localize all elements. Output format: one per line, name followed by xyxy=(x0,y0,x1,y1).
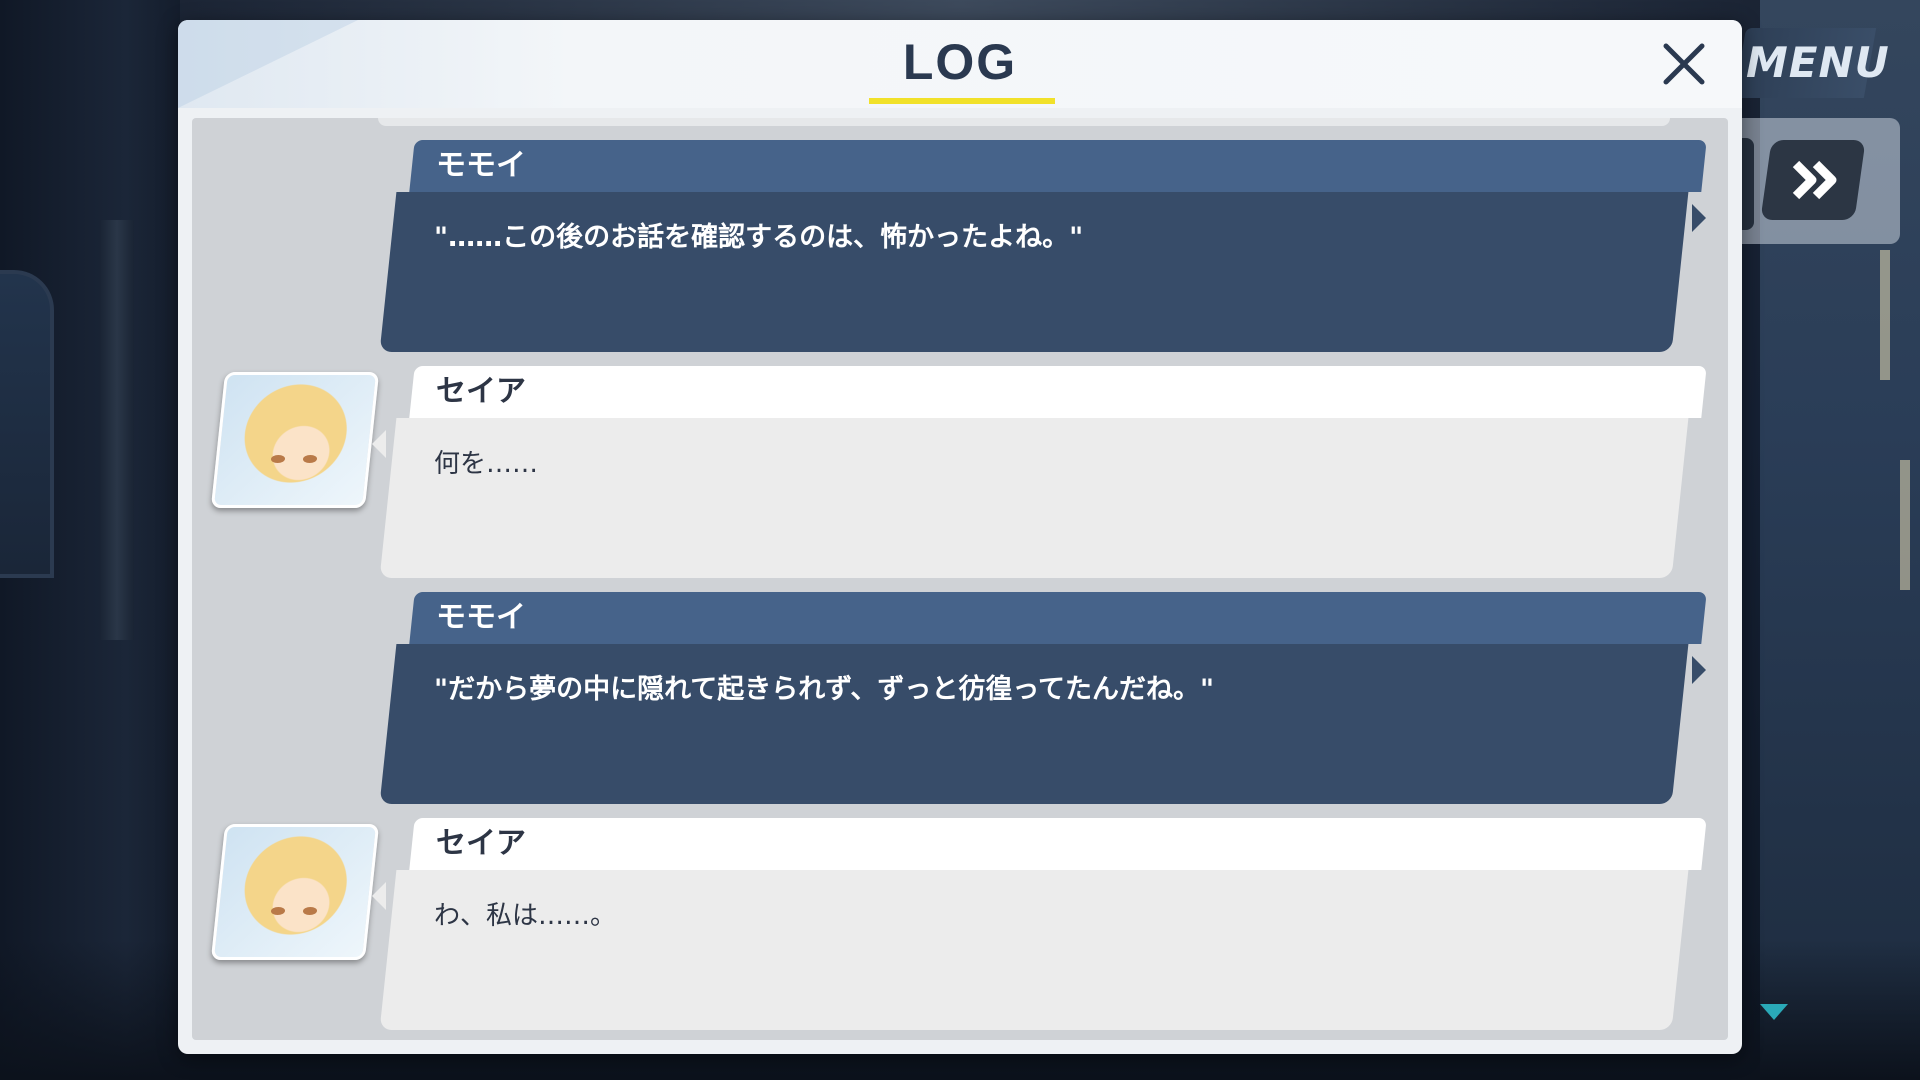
dialogue-box xyxy=(379,644,1689,804)
dialogue-box xyxy=(379,870,1689,1030)
log-title: LOG xyxy=(902,34,1018,90)
speaker-name-bar xyxy=(409,366,1707,418)
previous-entry-edge xyxy=(378,118,1670,126)
bubble-tail xyxy=(372,430,386,458)
bubble-tail xyxy=(372,882,386,910)
title-underline xyxy=(869,98,1055,104)
fast-forward-icon[interactable] xyxy=(1766,140,1860,220)
portrait-eye xyxy=(270,907,286,915)
log-panel: LOG モモイ "……この後のお話を確認するのは、怖かったよね。" セイア 何を… xyxy=(178,20,1742,1054)
character-portrait-avatar xyxy=(210,824,380,960)
portrait-eye xyxy=(270,455,286,463)
scroll-down-icon[interactable] xyxy=(1760,1004,1788,1020)
character-portrait-avatar xyxy=(210,372,380,508)
dialogue-box xyxy=(379,192,1689,352)
background-lit-window xyxy=(1880,250,1890,380)
dialogue-text: わ、私は……。 xyxy=(434,901,617,931)
speaker-name-bar xyxy=(409,818,1707,870)
bubble-tail xyxy=(1692,656,1706,684)
menu-label[interactable]: MENU xyxy=(1746,36,1889,90)
log-list[interactable]: モモイ "……この後のお話を確認するのは、怖かったよね。" セイア 何を…… モ… xyxy=(192,118,1728,1040)
speaker-name: モモイ xyxy=(436,600,526,635)
portrait-eye xyxy=(302,455,318,463)
dialogue-text: 何を…… xyxy=(434,449,539,479)
speaker-name-bar xyxy=(409,140,1707,192)
bubble-tail xyxy=(1692,204,1706,232)
log-entry: モモイ "……この後のお話を確認するのは、怖かったよね。" xyxy=(192,140,1728,354)
portrait-eye xyxy=(302,907,318,915)
dialogue-box xyxy=(379,418,1689,578)
log-entry: セイア わ、私は……。 xyxy=(192,818,1728,1032)
speaker-name: モモイ xyxy=(436,148,526,183)
log-entry: モモイ "だから夢の中に隠れて起きられず、ずっと彷徨ってたんだね。" xyxy=(192,592,1728,806)
dialogue-text: "だから夢の中に隠れて起きられず、ずっと彷徨ってたんだね。" xyxy=(434,674,1215,705)
close-icon[interactable] xyxy=(1654,34,1714,94)
log-header: LOG xyxy=(178,20,1742,108)
speaker-name: セイア xyxy=(436,374,526,409)
background-window xyxy=(0,270,54,578)
speaker-name-bar xyxy=(409,592,1707,644)
log-entry: セイア 何を…… xyxy=(192,366,1728,580)
dialogue-text: "……この後のお話を確認するのは、怖かったよね。" xyxy=(434,222,1084,253)
speaker-name: セイア xyxy=(436,826,526,861)
background-lit-window xyxy=(1900,460,1910,590)
header-decoration xyxy=(178,20,358,108)
background-column xyxy=(100,220,134,640)
